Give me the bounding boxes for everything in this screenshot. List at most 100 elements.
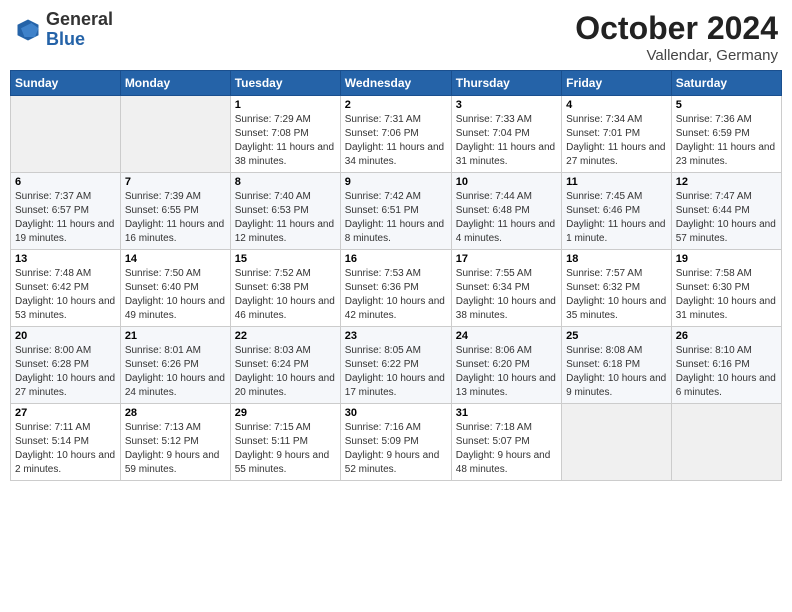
calendar-body: 1Sunrise: 7:29 AMSunset: 7:08 PMDaylight… (11, 96, 782, 481)
calendar-cell (671, 404, 781, 481)
calendar-cell (11, 96, 121, 173)
calendar-cell: 29 Sunrise: 7:15 AMSunset: 5:11 PMDayligh… (230, 404, 340, 481)
day-info: Sunrise: 7:50 AMSunset: 6:40 PMDaylight:… (125, 267, 226, 323)
day-info: Sunrise: 7:55 AMSunset: 6:34 PMDaylight:… (456, 267, 557, 323)
day-number: 3 (456, 99, 557, 111)
day-number: 7 (125, 176, 226, 188)
day-number: 21 (125, 330, 226, 342)
calendar-cell: 5Sunrise: 7:36 AMSunset: 6:59 PMDaylight… (671, 96, 781, 173)
day-info: Sunrise: 7:18 AMSunset: 5:07 PMDaylight:… (456, 421, 557, 477)
day-number: 29 (235, 407, 336, 419)
calendar-cell (562, 404, 672, 481)
calendar-cell: 18Sunrise: 7:57 AMSunset: 6:32 PMDayligh… (562, 250, 672, 327)
calendar-week-row: 13 Sunrise: 7:48 AMSunset: 6:42 PMDayligh… (11, 250, 782, 327)
calendar-table: SundayMondayTuesdayWednesdayThursdayFrid… (10, 70, 782, 481)
calendar-cell: 6Sunrise: 7:37 AMSunset: 6:57 PMDaylight… (11, 173, 121, 250)
day-number: 18 (566, 253, 667, 265)
day-info: Sunrise: 7:44 AMSunset: 6:48 PMDaylight:… (456, 190, 557, 246)
logo-general-text: General (46, 9, 113, 29)
location: Vallendar, Germany (575, 47, 778, 64)
day-info: Sunrise: 8:03 AMSunset: 6:24 PMDaylight:… (235, 344, 336, 400)
calendar-cell: 8 Sunrise: 7:40 AMSunset: 6:53 PMDaylight… (230, 173, 340, 250)
weekday-header-cell: Saturday (671, 71, 781, 96)
day-number: 10 (456, 176, 557, 188)
day-number: 9 (345, 176, 447, 188)
calendar-cell: 16 Sunrise: 7:53 AMSunset: 6:36 PMDayligh… (340, 250, 451, 327)
day-number: 24 (456, 330, 557, 342)
day-number: 12 (676, 176, 777, 188)
day-number: 19 (676, 253, 777, 265)
weekday-header-cell: Thursday (451, 71, 561, 96)
day-number: 16 (345, 253, 447, 265)
calendar-week-row: 1Sunrise: 7:29 AMSunset: 7:08 PMDaylight… (11, 96, 782, 173)
day-info: Sunrise: 7:39 AMSunset: 6:55 PMDaylight:… (125, 190, 226, 246)
calendar-cell: 9 Sunrise: 7:42 AMSunset: 6:51 PMDaylight… (340, 173, 451, 250)
day-info: Sunrise: 7:34 AMSunset: 7:01 PMDaylight:… (566, 113, 667, 169)
logo-icon (14, 16, 42, 44)
calendar-cell: 4 Sunrise: 7:34 AMSunset: 7:01 PMDaylight… (562, 96, 672, 173)
day-info: Sunrise: 8:01 AMSunset: 6:26 PMDaylight:… (125, 344, 226, 400)
day-info: Sunrise: 7:53 AMSunset: 6:36 PMDaylight:… (345, 267, 447, 323)
calendar-week-row: 6Sunrise: 7:37 AMSunset: 6:57 PMDaylight… (11, 173, 782, 250)
day-info: Sunrise: 7:16 AMSunset: 5:09 PMDaylight:… (345, 421, 447, 477)
day-info: Sunrise: 7:15 AMSunset: 5:11 PMDaylight:… (235, 421, 336, 477)
calendar-cell: 24 Sunrise: 8:06 AMSunset: 6:20 PMDayligh… (451, 327, 561, 404)
title-block: October 2024 Vallendar, Germany (575, 10, 778, 64)
day-info: Sunrise: 7:42 AMSunset: 6:51 PMDaylight:… (345, 190, 447, 246)
day-info: Sunrise: 7:40 AMSunset: 6:53 PMDaylight:… (235, 190, 336, 246)
day-info: Sunrise: 7:52 AMSunset: 6:38 PMDaylight:… (235, 267, 336, 323)
day-number: 17 (456, 253, 557, 265)
day-info: Sunrise: 7:37 AMSunset: 6:57 PMDaylight:… (15, 190, 116, 246)
calendar-cell: 13 Sunrise: 7:48 AMSunset: 6:42 PMDayligh… (11, 250, 121, 327)
weekday-header-row: SundayMondayTuesdayWednesdayThursdayFrid… (11, 71, 782, 96)
day-info: Sunrise: 7:47 AMSunset: 6:44 PMDaylight:… (676, 190, 777, 246)
calendar-cell (120, 96, 230, 173)
day-number: 23 (345, 330, 447, 342)
day-number: 26 (676, 330, 777, 342)
calendar-cell: 3Sunrise: 7:33 AMSunset: 7:04 PMDaylight… (451, 96, 561, 173)
calendar-cell: 17 Sunrise: 7:55 AMSunset: 6:34 PMDayligh… (451, 250, 561, 327)
day-number: 31 (456, 407, 557, 419)
calendar-cell: 1Sunrise: 7:29 AMSunset: 7:08 PMDaylight… (230, 96, 340, 173)
calendar-week-row: 27Sunrise: 7:11 AMSunset: 5:14 PMDayligh… (11, 404, 782, 481)
calendar-cell: 30 Sunrise: 7:16 AMSunset: 5:09 PMDayligh… (340, 404, 451, 481)
day-number: 13 (15, 253, 116, 265)
day-info: Sunrise: 7:13 AMSunset: 5:12 PMDaylight:… (125, 421, 226, 477)
day-number: 20 (15, 330, 116, 342)
weekday-header-cell: Monday (120, 71, 230, 96)
logo: General Blue (14, 10, 113, 50)
day-number: 25 (566, 330, 667, 342)
day-info: Sunrise: 8:06 AMSunset: 6:20 PMDaylight:… (456, 344, 557, 400)
day-number: 14 (125, 253, 226, 265)
logo-blue-text: Blue (46, 29, 85, 49)
calendar-cell: 7 Sunrise: 7:39 AMSunset: 6:55 PMDaylight… (120, 173, 230, 250)
weekday-header-cell: Wednesday (340, 71, 451, 96)
calendar-cell: 31 Sunrise: 7:18 AMSunset: 5:07 PMDayligh… (451, 404, 561, 481)
calendar-cell: 27Sunrise: 7:11 AMSunset: 5:14 PMDayligh… (11, 404, 121, 481)
day-number: 2 (345, 99, 447, 111)
weekday-header-cell: Friday (562, 71, 672, 96)
day-number: 22 (235, 330, 336, 342)
day-info: Sunrise: 7:11 AMSunset: 5:14 PMDaylight:… (15, 421, 116, 477)
day-number: 8 (235, 176, 336, 188)
day-info: Sunrise: 8:08 AMSunset: 6:18 PMDaylight:… (566, 344, 667, 400)
day-number: 5 (676, 99, 777, 111)
day-info: Sunrise: 7:58 AMSunset: 6:30 PMDaylight:… (676, 267, 777, 323)
weekday-header-cell: Sunday (11, 71, 121, 96)
day-info: Sunrise: 7:45 AMSunset: 6:46 PMDaylight:… (566, 190, 667, 246)
day-info: Sunrise: 7:48 AMSunset: 6:42 PMDaylight:… (15, 267, 116, 323)
page-header: General Blue October 2024 Vallendar, Ger… (10, 10, 782, 64)
calendar-cell: 25 Sunrise: 8:08 AMSunset: 6:18 PMDayligh… (562, 327, 672, 404)
day-number: 4 (566, 99, 667, 111)
day-number: 11 (566, 176, 667, 188)
day-info: Sunrise: 8:10 AMSunset: 6:16 PMDaylight:… (676, 344, 777, 400)
calendar-cell: 21 Sunrise: 8:01 AMSunset: 6:26 PMDayligh… (120, 327, 230, 404)
month-title: October 2024 (575, 10, 778, 47)
day-info: Sunrise: 7:31 AMSunset: 7:06 PMDaylight:… (345, 113, 447, 169)
day-number: 30 (345, 407, 447, 419)
calendar-cell: 22 Sunrise: 8:03 AMSunset: 6:24 PMDayligh… (230, 327, 340, 404)
day-number: 28 (125, 407, 226, 419)
calendar-cell: 12 Sunrise: 7:47 AMSunset: 6:44 PMDayligh… (671, 173, 781, 250)
calendar-cell: 15Sunrise: 7:52 AMSunset: 6:38 PMDayligh… (230, 250, 340, 327)
calendar-cell: 20Sunrise: 8:00 AMSunset: 6:28 PMDayligh… (11, 327, 121, 404)
